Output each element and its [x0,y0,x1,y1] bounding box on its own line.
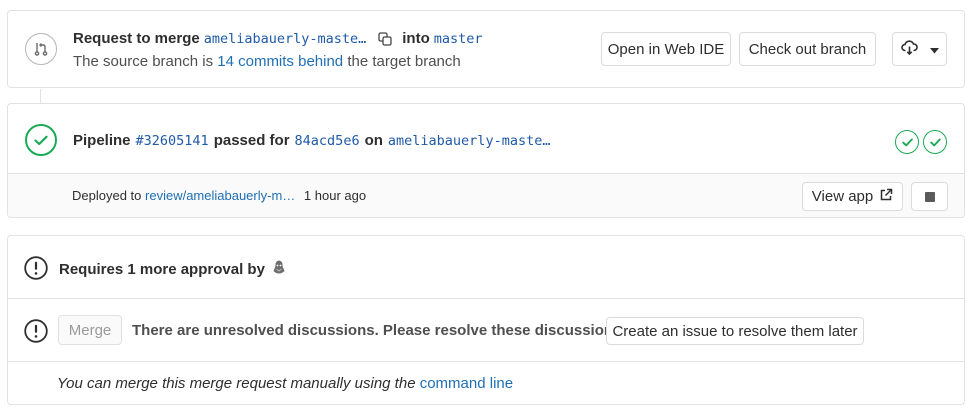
pipeline-status-passed-icon[interactable] [25,124,57,156]
status-prefix: The source branch is [73,53,214,70]
create-issue-button[interactable]: Create an issue to resolve them later [606,317,864,345]
open-web-ide-button[interactable]: Open in Web IDE [601,32,731,66]
merge-request-icon [25,33,57,65]
merge-row: Merge There are unresolved discussions. … [8,299,964,362]
approval-requirement: Requires 1 more approval by [59,259,287,279]
source-branch-link[interactable]: ameliabauerly-maste… [204,31,367,47]
manual-merge-prefix: You can merge this merge request manuall… [57,375,416,392]
approval-text: Requires 1 more approval by [59,260,265,278]
merge-widget-card: Requires 1 more approval by Merge There … [7,235,965,405]
warning-icon [24,256,48,283]
warning-icon [24,319,48,346]
stop-icon [924,191,935,202]
target-branch-link[interactable]: master [434,31,483,47]
check-out-branch-button[interactable]: Check out branch [739,32,876,66]
pipeline-card: Pipeline #32605141 passed for 84acd5e6 o… [7,103,965,218]
merge-button[interactable]: Merge [58,315,122,345]
environment-link[interactable]: review/ameliabauerly-m… [145,188,295,203]
approver-avatar-icon[interactable] [271,259,287,279]
view-app-button[interactable]: View app [802,182,903,211]
merge-request-prefix: Request to merge [73,30,200,47]
commits-behind-link[interactable]: 14 commits behind [217,53,343,70]
deployment-bar: Deployed to review/ameliabauerly-m… 1 ho… [8,173,964,217]
merge-request-info-card: Request to merge ameliabauerly-maste… in… [7,10,965,88]
unresolved-discussions-text: There are unresolved discussions. Please… [132,322,622,339]
on-label: on [364,132,383,149]
copy-branch-icon[interactable] [378,31,392,46]
external-link-icon [879,188,893,206]
chevron-down-icon [929,41,939,58]
pipeline-label: Pipeline [73,132,131,149]
pipeline-stage-2-passed-icon[interactable] [923,130,947,154]
view-app-label: View app [811,188,874,205]
pipeline-id-link[interactable]: #32605141 [136,133,209,149]
deployment-time: 1 hour ago [303,188,367,203]
into-label: into [402,30,430,47]
stop-environment-button[interactable] [911,182,948,211]
merge-request-title: Request to merge ameliabauerly-maste… in… [73,30,483,47]
pipeline-stage-1-passed-icon[interactable] [895,130,919,154]
cloud-download-icon [900,39,918,59]
pipeline-summary: Pipeline #32605141 passed for 84acd5e6 o… [73,132,550,149]
card-connector-line [40,89,41,103]
commit-sha-link[interactable]: 84acd5e6 [295,133,360,149]
deployed-to-label: Deployed to [72,188,142,203]
download-dropdown-button[interactable] [892,32,947,66]
deployment-info: Deployed to review/ameliabauerly-m… 1 ho… [72,188,366,203]
pipeline-branch-link[interactable]: ameliabauerly-maste… [388,133,551,149]
approval-row: Requires 1 more approval by [8,236,964,299]
status-suffix: the target branch [347,53,461,70]
branch-status: The source branch is 14 commits behind t… [73,53,461,70]
command-line-link[interactable]: command line [420,375,513,392]
pipeline-status-text: passed for [213,132,290,149]
manual-merge-row: You can merge this merge request manuall… [8,362,964,404]
manual-merge-text: You can merge this merge request manuall… [57,375,513,392]
